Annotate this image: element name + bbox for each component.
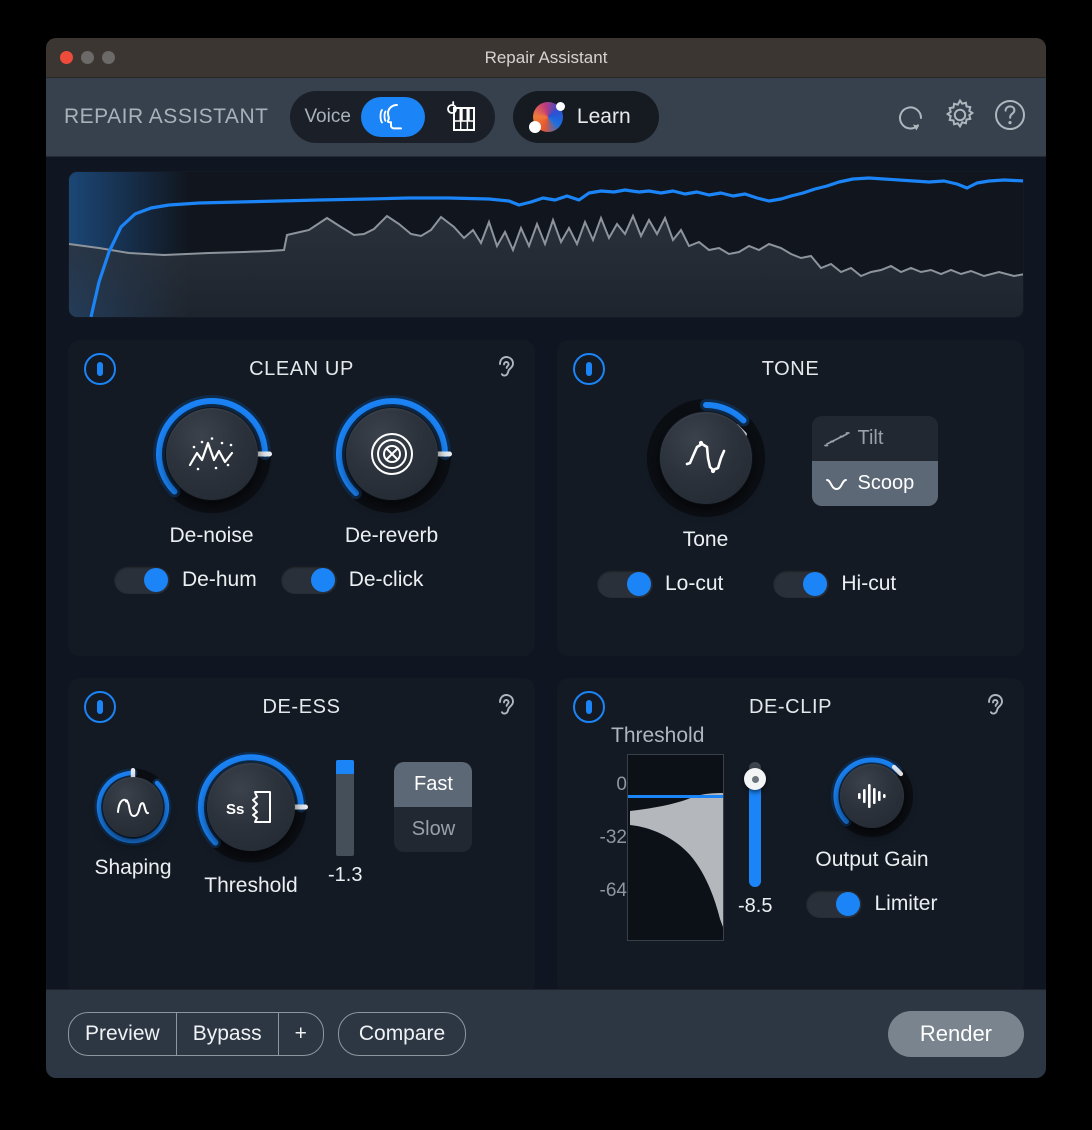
deess-meter-value: -1.3: [328, 864, 362, 887]
declip-header: DE-CLIP: [573, 690, 1008, 724]
denoise-icon: [186, 435, 238, 473]
deess-meter-bar: [336, 760, 354, 856]
knob-deess-threshold[interactable]: Ss Threshold: [192, 748, 310, 898]
dereverb-icon: [369, 431, 415, 477]
tone-option-scoop-label: Scoop: [858, 472, 915, 495]
svg-text:Ss: Ss: [226, 801, 244, 818]
knob-label-de-noise: De-noise: [169, 524, 253, 548]
gear-icon[interactable]: [942, 97, 978, 138]
toggle-limiter[interactable]: Limiter: [806, 890, 937, 918]
cleanup-header: CLEAN UP: [84, 352, 519, 386]
declip-threshold-slider[interactable]: -8.5: [738, 762, 772, 918]
knob-de-reverb[interactable]: De-reverb: [330, 392, 454, 548]
deess-option-fast-label: Fast: [414, 773, 453, 796]
shaping-wave-icon: [114, 792, 152, 822]
plugin-body: CLEAN UP: [46, 157, 1046, 994]
deess-speed-selector[interactable]: Fast Slow: [394, 762, 472, 852]
source-type-selector[interactable]: Voice: [290, 91, 494, 143]
declip-slider-handle[interactable]: [744, 768, 766, 790]
limiter-label: Limiter: [874, 892, 937, 916]
lo-cut-label: Lo-cut: [665, 572, 723, 596]
tone-title: TONE: [573, 358, 1008, 381]
app-header: REPAIR ASSISTANT Voice: [46, 78, 1046, 157]
piano-guitar-icon: [441, 100, 477, 134]
de-hum-switch[interactable]: [114, 566, 170, 594]
source-label: Voice: [304, 106, 352, 128]
knob-label-shaping: Shaping: [94, 856, 171, 880]
help-icon[interactable]: [992, 97, 1028, 138]
tone-option-scoop[interactable]: Scoop: [812, 461, 938, 506]
add-bypass-button[interactable]: +: [278, 1013, 323, 1055]
knob-label-deess-threshold: Threshold: [204, 874, 297, 898]
knob-output-gain[interactable]: Output Gain: [815, 752, 928, 872]
footer-toolbar: Preview Bypass + Compare Render: [46, 989, 1046, 1078]
deess-reduction-meter: -1.3: [328, 760, 362, 887]
toggle-lo-cut[interactable]: Lo-cut: [597, 570, 723, 598]
hi-cut-label: Hi-cut: [841, 572, 896, 596]
deess-title: DE-ESS: [84, 696, 519, 719]
module-cleanup: CLEAN UP: [68, 340, 535, 656]
de-click-switch[interactable]: [281, 566, 337, 594]
window-title: Repair Assistant: [46, 48, 1046, 68]
preview-button[interactable]: Preview: [69, 1013, 176, 1055]
source-voice-button[interactable]: [361, 97, 425, 137]
tone-option-tilt-label: Tilt: [858, 427, 884, 450]
declip-slider-track[interactable]: [746, 762, 764, 887]
lo-cut-switch[interactable]: [597, 570, 653, 598]
tilt-icon: [824, 431, 850, 447]
module-grid: CLEAN UP: [68, 340, 1024, 994]
tone-option-tilt[interactable]: Tilt: [812, 416, 938, 461]
toggle-hi-cut[interactable]: Hi-cut: [773, 570, 896, 598]
declip-axis-64: -64: [600, 880, 627, 902]
ss-mouth-icon: Ss: [224, 787, 278, 827]
deess-option-slow[interactable]: Slow: [394, 807, 472, 852]
brand-title: REPAIR ASSISTANT: [64, 105, 268, 129]
deess-header: DE-ESS: [84, 690, 519, 724]
assistant-orb-icon: [533, 102, 563, 132]
hi-cut-switch[interactable]: [773, 570, 829, 598]
declip-threshold-label: Threshold: [611, 724, 724, 748]
declip-axis-32: -32: [600, 827, 627, 849]
header-icon-group: [894, 97, 1032, 138]
declip-axis-0: 0: [616, 774, 627, 796]
toggle-de-hum[interactable]: De-hum: [114, 566, 257, 594]
knob-label-de-reverb: De-reverb: [345, 524, 438, 548]
tone-header: TONE: [573, 352, 1008, 386]
knob-tone[interactable]: Tone: [644, 396, 768, 552]
module-tone: TONE: [557, 340, 1024, 656]
toggle-de-click[interactable]: De-click: [281, 566, 424, 594]
spectrum-display[interactable]: [68, 171, 1024, 318]
scoop-icon: [824, 476, 850, 492]
knob-de-noise[interactable]: De-noise: [150, 392, 274, 548]
declip-title: DE-CLIP: [573, 696, 1008, 719]
preview-bypass-group: Preview Bypass +: [68, 1012, 324, 1056]
source-music-button[interactable]: [433, 97, 485, 137]
output-gain-icon: [854, 782, 890, 810]
deess-option-fast[interactable]: Fast: [394, 762, 472, 807]
voice-head-icon: [376, 102, 410, 132]
limiter-switch[interactable]: [806, 890, 862, 918]
deess-option-slow-label: Slow: [412, 818, 455, 841]
module-deess: DE-ESS: [68, 678, 535, 994]
tone-shape-selector[interactable]: Tilt Scoop: [812, 416, 938, 506]
knob-label-output-gain: Output Gain: [815, 848, 928, 872]
declip-slider-value: -8.5: [738, 895, 772, 918]
module-declip: DE-CLIP Threshold 0: [557, 678, 1024, 994]
undo-icon[interactable]: [894, 98, 928, 137]
knob-label-tone: Tone: [683, 528, 729, 552]
cleanup-title: CLEAN UP: [84, 358, 519, 381]
tone-curve-icon: [682, 438, 730, 478]
render-button[interactable]: Render: [888, 1011, 1024, 1057]
title-bar: Repair Assistant: [46, 38, 1046, 78]
learn-label: Learn: [577, 105, 631, 129]
de-hum-label: De-hum: [182, 568, 257, 592]
bypass-button[interactable]: Bypass: [176, 1013, 278, 1055]
de-click-label: De-click: [349, 568, 424, 592]
learn-button[interactable]: Learn: [513, 91, 659, 143]
knob-shaping[interactable]: Shaping: [92, 766, 174, 880]
declip-histogram[interactable]: [627, 754, 724, 941]
plugin-window: Repair Assistant REPAIR ASSISTANT Voice: [46, 38, 1046, 1078]
compare-button[interactable]: Compare: [338, 1012, 466, 1056]
